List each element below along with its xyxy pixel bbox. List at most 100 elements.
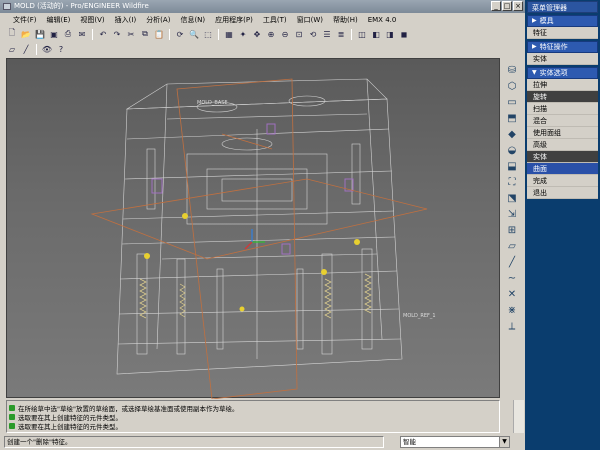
menu-item-surface[interactable]: 曲面 (527, 163, 598, 175)
csys-icon[interactable]: ⋇ (505, 304, 519, 317)
view-list-icon[interactable]: ☰ (321, 28, 333, 40)
message-scrollbar[interactable] (513, 400, 524, 433)
layers-icon[interactable]: ≣ (335, 28, 347, 40)
axis-icon[interactable]: ╱ (505, 256, 519, 269)
menu-manager-title: 菜单管理器 (527, 1, 598, 13)
menu-applications[interactable]: 应用程序(P) (210, 15, 258, 25)
repaint-icon[interactable]: ▦ (223, 28, 235, 40)
redo-icon[interactable]: ↷ (111, 28, 123, 40)
menu-edit[interactable]: 编辑(E) (42, 15, 76, 25)
help-cursor-icon[interactable]: ? (55, 43, 67, 55)
datum-axis-icon[interactable]: ╱ (20, 43, 32, 55)
no-hidden-icon[interactable]: ◨ (384, 28, 396, 40)
undo-icon[interactable]: ↶ (97, 28, 109, 40)
status-bar: 创建一个"删除"特征。 智能 ▼ (0, 434, 525, 450)
title-bar: MOLD (活动的) - Pro/ENGINEER Wildfire _ □ × (0, 0, 525, 13)
shading-icon[interactable]: ◼ (398, 28, 410, 40)
hidden-line-icon[interactable]: ◧ (370, 28, 382, 40)
eye-icon[interactable]: 👁 (41, 43, 53, 55)
menu-item-sweep[interactable]: 扫描 (527, 103, 598, 115)
open-icon[interactable]: 📂 (20, 28, 32, 40)
main-toolbar: 🗋 📂 💾 ▣ ⎙ ✉ ↶ ↷ ✂ ⧉ 📋 ⟳ 🔍 ⬚ ▦ ✦ ✥ ⊕ ⊖ ⊡ … (0, 27, 525, 41)
menu-window[interactable]: 窗口(W) (292, 15, 328, 25)
zoom-in-icon[interactable]: ⊕ (265, 28, 277, 40)
paste-icon[interactable]: 📋 (153, 28, 165, 40)
menu-item-solid[interactable]: 实体 (527, 53, 598, 65)
mold-wireframe: MOLD_BASE MOLD_REF_1 (90, 78, 436, 400)
maximize-button[interactable]: □ (502, 1, 512, 11)
refit-icon[interactable]: ⊡ (293, 28, 305, 40)
print-icon[interactable]: ⎙ (62, 28, 74, 40)
shrinkage-icon[interactable]: ⬒ (505, 112, 519, 125)
regenerate-icon[interactable]: ⟳ (174, 28, 186, 40)
find-icon[interactable]: 🔍 (188, 28, 200, 40)
copy-icon[interactable]: ⧉ (139, 28, 151, 40)
mold-open-icon[interactable]: ⇲ (505, 208, 519, 221)
menu-emx[interactable]: EMX 4.0 (363, 16, 402, 24)
section-feature-op[interactable]: ▶ 特征操作 (527, 41, 598, 53)
info-icon (9, 413, 15, 420)
filter-value: 智能 (403, 438, 416, 446)
save-icon[interactable]: 💾 (34, 28, 46, 40)
datum-icon[interactable]: ⟂ (505, 320, 519, 333)
zoom-out-icon[interactable]: ⊖ (279, 28, 291, 40)
menu-bar: 文件(F) 编辑(E) 视图(V) 插入(I) 分析(A) 信息(N) 应用程序… (0, 13, 525, 26)
workpiece-icon[interactable]: ▭ (505, 96, 519, 109)
cut-icon[interactable]: ✂ (125, 28, 137, 40)
section-mold[interactable]: ▶ 模具 (527, 15, 598, 27)
menu-item-extrude[interactable]: 拉伸 (527, 79, 598, 91)
point-icon[interactable]: ✕ (505, 288, 519, 301)
menu-tools[interactable]: 工具(T) (258, 15, 292, 25)
secondary-toolbar: ▱ ╱ 👁 ? (0, 42, 525, 56)
menu-insert[interactable]: 插入(I) (110, 15, 142, 25)
sketch-icon[interactable]: ▱ (505, 240, 519, 253)
triangle-right-icon: ▶ (532, 43, 537, 50)
menu-item-revolve[interactable]: 旋转 (527, 91, 598, 103)
menu-help[interactable]: 帮助(H) (328, 15, 363, 25)
select-box-icon[interactable]: ⬚ (202, 28, 214, 40)
triangle-down-icon: ▼ (532, 69, 537, 76)
menu-item-feature[interactable]: 特征 (527, 27, 598, 39)
refpart-icon[interactable]: ⬡ (505, 80, 519, 93)
minimize-button[interactable]: _ (491, 1, 501, 11)
analysis-icon[interactable]: ⊞ (505, 224, 519, 237)
curve-icon[interactable]: ∼ (505, 272, 519, 285)
message-line: 选取要在其上创建特征的元件类型。 (9, 421, 497, 431)
orient-icon[interactable]: ✥ (251, 28, 263, 40)
menu-file[interactable]: 文件(F) (8, 15, 42, 25)
volume-icon[interactable]: ◒ (505, 144, 519, 157)
menu-item-advanced[interactable]: 高级 (527, 139, 598, 151)
parting-surface-icon[interactable]: ◆ (505, 128, 519, 141)
info-icon (9, 404, 15, 411)
extract-icon[interactable]: ⛶ (505, 176, 519, 189)
mold-layout-icon[interactable]: ⛁ (505, 64, 519, 77)
fill-icon[interactable]: ⬔ (505, 192, 519, 205)
window-title: MOLD (活动的) - Pro/ENGINEER Wildfire (14, 2, 149, 10)
new-file-icon[interactable]: 🗋 (6, 28, 18, 40)
menu-analysis[interactable]: 分析(A) (141, 15, 175, 25)
triangle-right-icon: ▶ (532, 17, 537, 24)
menu-view[interactable]: 视图(V) (75, 15, 109, 25)
model-viewport[interactable]: MOLD_BASE MOLD_REF_1 (6, 58, 500, 400)
menu-item-quit[interactable]: 退出 (527, 187, 598, 199)
chevron-down-icon[interactable]: ▼ (499, 437, 509, 447)
selection-filter[interactable]: 智能 ▼ (400, 436, 510, 448)
email-icon[interactable]: ✉ (76, 28, 88, 40)
info-icon (9, 422, 15, 429)
split-icon[interactable]: ⬓ (505, 160, 519, 173)
reorient-icon[interactable]: ⟲ (307, 28, 319, 40)
menu-item-done[interactable]: 完成 (527, 175, 598, 187)
message-area: 在所绘草中选"草绘"放置的草绘面，或选择草绘基准面或使用副本作为草绘。 选取要在… (6, 400, 500, 433)
menu-info[interactable]: 信息(N) (175, 15, 210, 25)
wireframe-icon[interactable]: ◫ (356, 28, 368, 40)
section-solid-options[interactable]: ▼ 实体选项 (527, 67, 598, 79)
close-button[interactable]: × (513, 1, 523, 11)
save-copy-icon[interactable]: ▣ (48, 28, 60, 40)
menu-item-solid-type[interactable]: 实体 (527, 151, 598, 163)
right-annotation: MOLD_REF_1 (403, 313, 436, 319)
status-text: 创建一个"删除"特征。 (4, 436, 384, 448)
spin-center-icon[interactable]: ✦ (237, 28, 249, 40)
datum-plane-icon[interactable]: ▱ (6, 43, 18, 55)
menu-item-blend[interactable]: 混合 (527, 115, 598, 127)
menu-item-use-quilt[interactable]: 使用面组 (527, 127, 598, 139)
